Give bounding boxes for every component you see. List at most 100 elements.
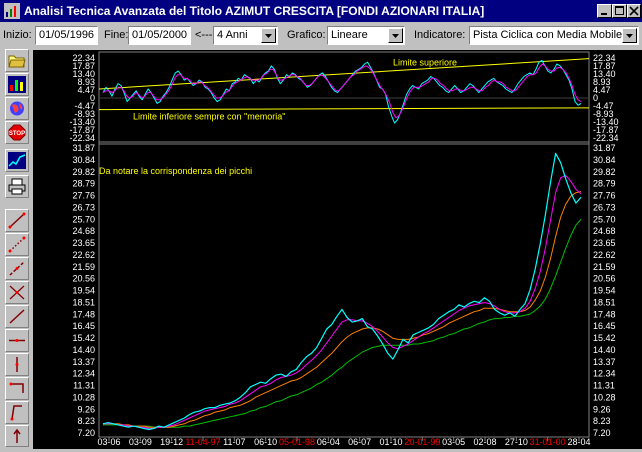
price-y-tick-right: 27.76 [593, 191, 616, 201]
folder-icon [8, 55, 26, 68]
open-button[interactable] [5, 49, 29, 72]
price-series-line [102, 152, 582, 431]
bar-chart-icon [8, 76, 26, 93]
price-y-tick-left: 7.20 [77, 428, 95, 438]
grafico-select-value: Lineare [331, 29, 368, 41]
price-y-tick-right: 28.79 [593, 179, 616, 189]
price-y-tick-left: 13.37 [72, 357, 95, 367]
trendline-tool[interactable] [5, 209, 29, 232]
inizio-date-input[interactable]: 01/05/1996 [35, 26, 98, 45]
indicatore-select-value: Pista Ciclica con Media Mobile [473, 29, 623, 41]
price-y-tick-right: 20.56 [593, 274, 616, 284]
stop-icon: STOP [8, 124, 26, 141]
bar-chart-button[interactable] [5, 73, 29, 96]
dashed-line-tool[interactable] [5, 257, 29, 280]
printer-icon [8, 178, 26, 195]
vertical-line-tool[interactable] [5, 353, 29, 376]
grafico-select[interactable]: Lineare [327, 26, 405, 45]
price-y-tick-right: 8.23 [593, 416, 611, 426]
tool-sidebar: STOP [3, 48, 30, 448]
x-tick-label: 20-01-99 [404, 437, 440, 447]
x-tick-label: 11-07 [223, 437, 245, 447]
price-y-tick-right: 7.20 [593, 428, 611, 438]
x-tick-label: 28-04 [567, 437, 590, 447]
chevron-down-icon [265, 34, 272, 38]
price-y-tick-left: 24.68 [72, 226, 95, 236]
price-y-tick-left: 19.54 [72, 286, 95, 296]
price-y-tick-left: 16.45 [72, 321, 95, 331]
price-y-tick-left: 17.48 [72, 309, 95, 319]
inizio-label: Inizio: [3, 29, 32, 41]
price-y-tick-left: 30.84 [72, 155, 95, 165]
price-y-tick-right: 25.70 [593, 214, 616, 224]
close-button[interactable] [627, 4, 641, 18]
print-button[interactable] [5, 175, 29, 198]
price-y-tick-right: 22.62 [593, 250, 616, 260]
ma-short-line [103, 174, 582, 429]
x-tick-label: 27-10 [505, 437, 528, 447]
line-chart-button[interactable] [5, 149, 29, 172]
chevron-down-icon [392, 34, 399, 38]
price-y-tick-left: 18.51 [72, 297, 95, 307]
price-y-tick-right: 21.59 [593, 262, 616, 272]
price-frame [98, 141, 590, 438]
bracket-line-icon [9, 382, 24, 393]
maximize-icon [615, 6, 624, 15]
x-tick-label: 31-01-00 [530, 437, 566, 447]
price-y-tick-left: 15.42 [72, 333, 95, 343]
minimize-button[interactable] [597, 4, 612, 18]
close-icon [629, 6, 639, 16]
x-tick-label: 03-06 [97, 437, 120, 447]
price-y-tick-left: 28.79 [72, 179, 95, 189]
price-y-tick-left: 29.82 [72, 167, 95, 177]
price-y-tick-right: 17.48 [593, 309, 616, 319]
price-y-tick-left: 23.65 [72, 238, 95, 248]
diagonal-line-icon [9, 309, 25, 324]
price-y-tick-right: 15.42 [593, 333, 616, 343]
fine-date-input[interactable]: 01/05/2000 [128, 26, 191, 45]
price-y-tick-left: 9.26 [77, 404, 95, 414]
price-y-tick-right: 12.34 [593, 369, 616, 379]
x-tick-label: 06-10 [254, 437, 277, 447]
vertical-arrow-icon [13, 428, 21, 443]
chart-canvas: 22.34 22.3417.87 17.8713.40 13.408.93 8.934.… [69, 51, 619, 447]
cross-line-tool[interactable] [5, 281, 29, 304]
period-dropdown-button[interactable] [261, 28, 276, 43]
price-y-tick-left: 8.23 [77, 416, 95, 426]
stop-button[interactable]: STOP [5, 121, 29, 144]
x-tick-label: 05-01-98 [279, 437, 315, 447]
maximize-button[interactable] [612, 4, 627, 18]
parameters-toolbar: Inizio: 01/05/1996 Fine: 01/05/2000 <---… [0, 24, 642, 48]
vertical-arrow-tool[interactable] [5, 425, 29, 447]
globe-button[interactable] [5, 97, 29, 120]
diagonal-line-tool[interactable] [5, 305, 29, 328]
window-title: Analisi Tecnica Avanzata del Titolo AZIM… [24, 4, 485, 18]
bracket-line-tool[interactable] [5, 377, 29, 400]
price-y-tick-right: 11.31 [593, 381, 615, 391]
price-y-tick-left: 26.73 [72, 202, 95, 212]
line-chart-icon [8, 152, 26, 169]
angled-line-tool[interactable] [5, 401, 29, 424]
price-y-tick-right: 24.68 [593, 226, 616, 236]
upper-limit-label: Limite superiore [393, 57, 457, 67]
price-y-tick-left: 27.76 [72, 191, 95, 201]
price-y-tick-right: 18.51 [593, 297, 616, 307]
price-y-tick-right: 30.84 [593, 155, 616, 165]
price-y-tick-left: 21.59 [72, 262, 95, 272]
indicatore-dropdown-button[interactable] [622, 28, 637, 43]
dotted-line-tool[interactable] [5, 233, 29, 256]
fine-label: Fine: [104, 29, 129, 41]
dotted-line-icon [8, 236, 26, 253]
horizontal-line-tool[interactable] [5, 329, 29, 352]
x-tick-label: 06-04 [317, 437, 340, 447]
grafico-dropdown-button[interactable] [388, 28, 403, 43]
price-y-tick-right: 9.26 [593, 404, 611, 414]
period-select-value: 4 Anni [217, 29, 248, 41]
lower-limit-label: Limite inferiore sempre con "memoria" [133, 112, 285, 122]
indicatore-select[interactable]: Pista Ciclica con Media Mobile [469, 26, 639, 45]
chart-area[interactable]: 22.34 22.34 17.87 17.87 13.40 13.40 8.93 8.93 4.… [33, 50, 642, 449]
period-select[interactable]: 4 Anni [213, 26, 278, 45]
svg-text:STOP: STOP [9, 131, 25, 137]
price-y-tick-right: 19.54 [593, 286, 616, 296]
dashed-line-icon [9, 261, 25, 276]
